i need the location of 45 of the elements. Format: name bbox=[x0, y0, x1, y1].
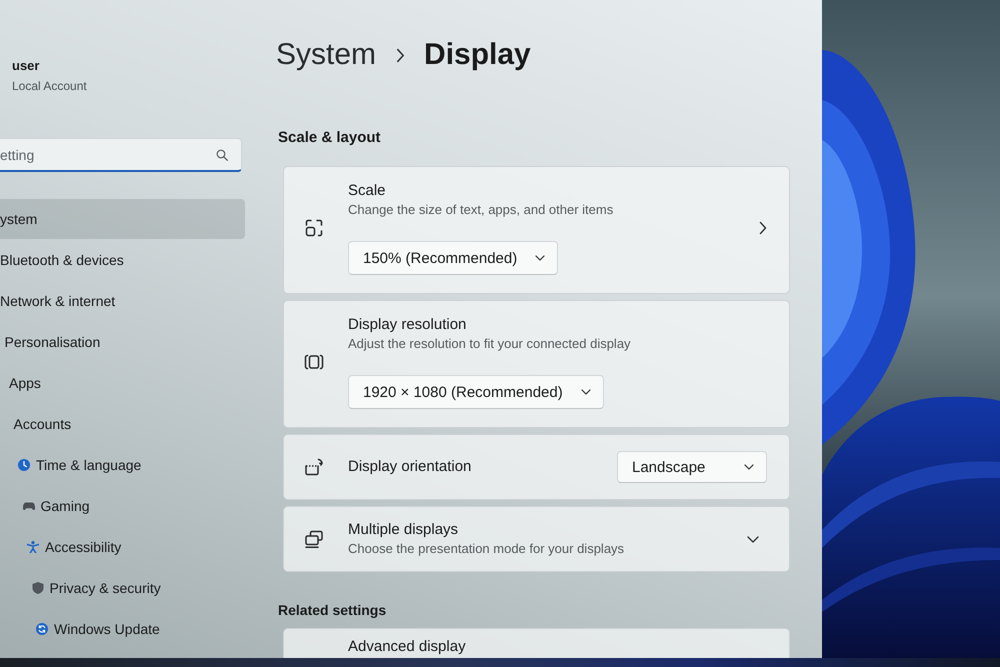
nav-item[interactable]: Windows Update bbox=[0, 609, 245, 649]
setting-title: Display orientation bbox=[348, 457, 472, 477]
search-field[interactable]: etting bbox=[0, 138, 242, 172]
screen-frame-icon bbox=[304, 352, 324, 372]
nav-item[interactable]: Privacy & security bbox=[0, 568, 245, 608]
setting-title: Multiple displays bbox=[348, 520, 458, 540]
dropdown[interactable]: Landscape bbox=[617, 451, 767, 483]
nav-item[interactable]: Apps bbox=[0, 363, 245, 403]
resize-icon bbox=[304, 218, 324, 238]
nav-item[interactable]: Personalisation bbox=[0, 322, 245, 362]
nav-item[interactable]: Accounts bbox=[0, 404, 245, 444]
breadcrumb-link[interactable]: System bbox=[276, 38, 376, 72]
clock-icon bbox=[18, 459, 30, 471]
nav-item[interactable]: Time & language bbox=[0, 445, 245, 485]
nav-item[interactable]: ystem bbox=[0, 199, 245, 239]
page-title: Display bbox=[424, 38, 531, 72]
account-name: user bbox=[12, 58, 40, 74]
setting-card[interactable]: Multiple displays Choose the presentation mode for your displays bbox=[283, 506, 790, 572]
chevron-down-icon bbox=[744, 464, 754, 470]
setting-description: Adjust the resolution to fit your connected display bbox=[348, 335, 631, 353]
section-heading: Scale & layout bbox=[278, 128, 381, 148]
setting-card[interactable]: Scale Change the size of text, apps, and other items 150% (Recommended) bbox=[283, 166, 790, 294]
dual-monitor-icon bbox=[304, 529, 324, 549]
dropdown[interactable]: 1920 × 1080 (Recommended) bbox=[348, 375, 604, 409]
nav-item[interactable]: Bluetooth & devices bbox=[0, 240, 245, 280]
person-icon bbox=[27, 541, 39, 553]
account-type: Local Account bbox=[12, 78, 87, 94]
shield-icon bbox=[32, 582, 44, 594]
chevron-down-icon bbox=[580, 389, 591, 395]
nav-item[interactable]: Network & internet bbox=[0, 281, 245, 321]
related-setting-card[interactable]: Advanced display bbox=[283, 628, 790, 658]
rotate-screen-icon bbox=[304, 457, 324, 477]
chevron-right-icon bbox=[396, 48, 406, 62]
nav-item[interactable]: Gaming bbox=[0, 486, 245, 526]
setting-title: Display resolution bbox=[348, 315, 466, 335]
search-icon bbox=[216, 148, 228, 160]
section-heading: Related settings bbox=[278, 601, 386, 620]
gamepad-icon bbox=[22, 500, 34, 512]
chevron-down-icon bbox=[535, 255, 546, 261]
refresh-icon bbox=[36, 623, 48, 635]
setting-title: Scale bbox=[348, 181, 386, 201]
nav-item[interactable]: Accessibility bbox=[0, 527, 245, 567]
setting-description: Choose the presentation mode for your displays bbox=[348, 540, 624, 558]
setting-description: Change the size of text, apps, and other items bbox=[348, 201, 614, 219]
dropdown[interactable]: 150% (Recommended) bbox=[348, 241, 558, 275]
